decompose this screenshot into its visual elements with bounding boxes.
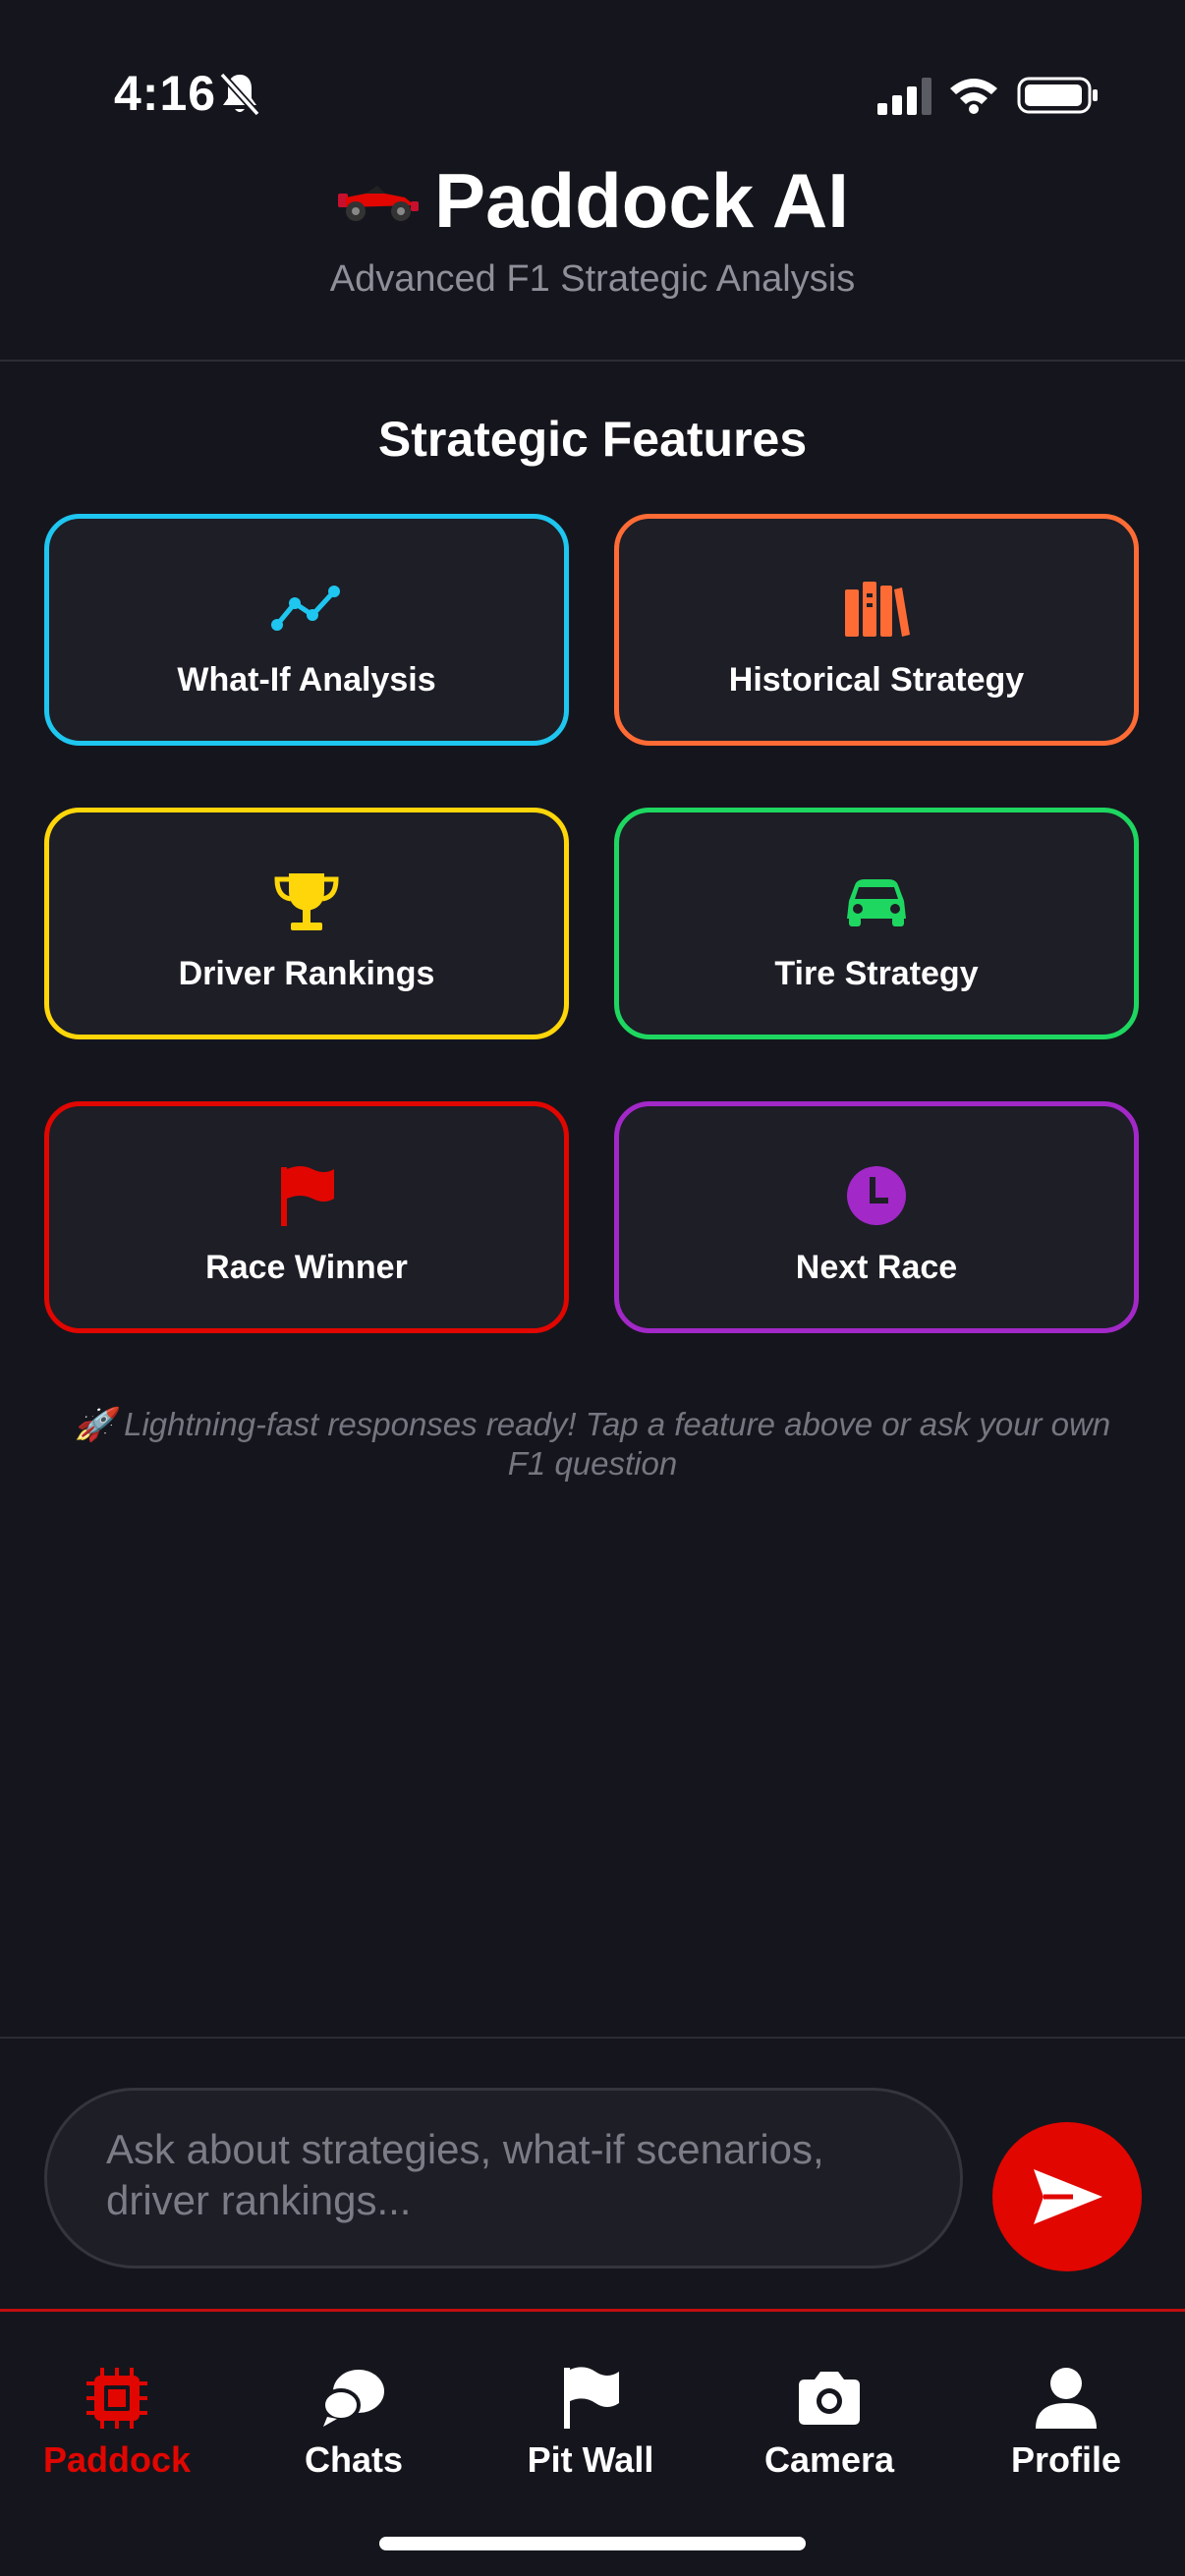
feature-card-label: Next Race bbox=[795, 1249, 958, 1286]
feature-card-label: Driver Rankings bbox=[178, 955, 435, 992]
camera-icon bbox=[799, 2372, 860, 2425]
paddock-screen: 4:16 Paddock AI Advanced F1 Strategic An… bbox=[0, 0, 1185, 2576]
flag-icon bbox=[564, 2367, 619, 2429]
tab-label: Profile bbox=[1010, 2439, 1122, 2480]
feature-card-driver-rankings[interactable]: Driver Rankings bbox=[44, 808, 569, 1039]
race-car-icon bbox=[338, 186, 420, 222]
feature-card-historical-strategy[interactable]: Historical Strategy bbox=[614, 514, 1139, 746]
feature-card-label: What-If Analysis bbox=[177, 661, 436, 699]
tab-chats[interactable]: Chats bbox=[255, 2366, 452, 2493]
send-icon bbox=[1034, 2169, 1102, 2224]
books-icon bbox=[845, 582, 910, 637]
chip-icon bbox=[86, 2368, 147, 2429]
tab-paddock[interactable]: Paddock bbox=[19, 2366, 215, 2493]
person-icon bbox=[1036, 2368, 1097, 2429]
tab-pit-wall[interactable]: Pit Wall bbox=[492, 2366, 689, 2493]
app-title: Paddock AI bbox=[0, 153, 1185, 248]
feature-card-label: Race Winner bbox=[205, 1249, 408, 1286]
tab-camera[interactable]: Camera bbox=[731, 2366, 928, 2493]
section-title: Strategic Features bbox=[377, 412, 808, 467]
home-indicator bbox=[379, 2537, 806, 2550]
battery-icon bbox=[1017, 77, 1098, 114]
feature-card-label: Tire Strategy bbox=[774, 955, 979, 992]
chat-input[interactable] bbox=[44, 2088, 963, 2268]
wifi-icon bbox=[950, 79, 997, 114]
feature-card-next-race[interactable]: Next Race bbox=[614, 1101, 1139, 1333]
feature-card-race-winner[interactable]: Race Winner bbox=[44, 1101, 569, 1333]
cellular-signal-icon bbox=[877, 78, 931, 115]
app-subtitle: Advanced F1 Strategic Analysis bbox=[329, 258, 856, 300]
status-time: 4:16 bbox=[114, 66, 217, 121]
car-icon bbox=[847, 879, 906, 926]
chat-bubbles-icon bbox=[321, 2370, 384, 2427]
send-button[interactable] bbox=[992, 2122, 1142, 2271]
feature-card-what-if-analysis[interactable]: What-If Analysis bbox=[44, 514, 569, 746]
message-composer bbox=[0, 2037, 1185, 2312]
trend-line-icon bbox=[271, 586, 340, 631]
clock-icon bbox=[847, 1166, 906, 1225]
tab-label: Camera bbox=[763, 2439, 895, 2480]
tab-label: Chats bbox=[304, 2439, 404, 2480]
flag-icon bbox=[281, 1166, 334, 1226]
trophy-icon bbox=[274, 873, 339, 930]
feature-card-tire-strategy[interactable]: Tire Strategy bbox=[614, 808, 1139, 1039]
tab-label: Pit Wall bbox=[527, 2439, 654, 2480]
app-header: Paddock AI Advanced F1 Strategic Analysi… bbox=[0, 147, 1185, 362]
app-title-text: Paddock AI bbox=[434, 157, 849, 244]
tab-label: Paddock bbox=[42, 2439, 192, 2480]
status-bar: 4:16 bbox=[0, 0, 1185, 147]
feature-card-label: Historical Strategy bbox=[728, 661, 1025, 699]
bell-muted-icon bbox=[219, 72, 260, 117]
tab-profile[interactable]: Profile bbox=[968, 2366, 1164, 2493]
hint-text: 🚀 Lightning-fast responses ready! Tap a … bbox=[74, 1406, 1111, 1482]
